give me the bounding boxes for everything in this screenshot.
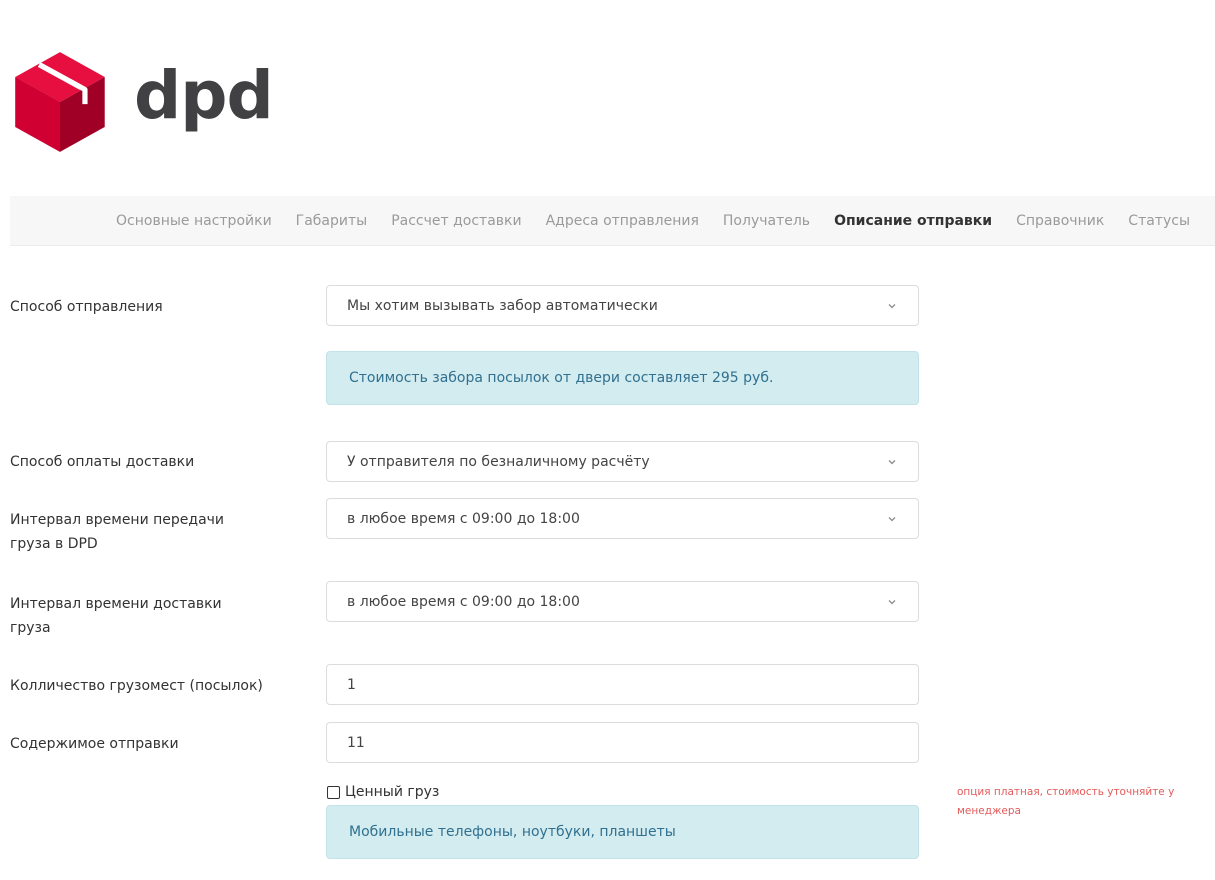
tab-sender-addresses[interactable]: Адреса отправления bbox=[546, 213, 699, 229]
tab-shipment-description[interactable]: Описание отправки bbox=[834, 213, 992, 229]
tab-recipient[interactable]: Получатель bbox=[723, 213, 810, 229]
tab-dimensions[interactable]: Габариты bbox=[296, 213, 368, 229]
valuable-cargo-row: Ценный груз bbox=[327, 784, 439, 800]
chevron-down-icon bbox=[888, 599, 896, 604]
valuable-cargo-note: опция платная, стоимость уточняйте у мен… bbox=[957, 786, 1175, 817]
delivery-interval-select[interactable]: в любое время с 09:00 до 18:00 bbox=[326, 581, 919, 622]
dpd-logo: dpd bbox=[8, 50, 274, 154]
settings-tabs: Основные настройки Габариты Рассчет дост… bbox=[10, 196, 1215, 246]
shipping-method-value: Мы хотим вызывать забор автоматически bbox=[347, 297, 658, 314]
pickup-cost-text: Стоимость забора посылок от двери состав… bbox=[349, 370, 774, 386]
contents-info-alert: Мобильные телефоны, ноутбуки, планшеты bbox=[326, 805, 919, 859]
contents-label: Содержимое отправки bbox=[10, 736, 179, 752]
parcel-count-value: 1 bbox=[347, 676, 356, 693]
chevron-down-icon bbox=[888, 516, 896, 521]
chevron-down-icon bbox=[888, 459, 896, 464]
payment-method-value: У отправителя по безналичному расчёту bbox=[347, 453, 650, 470]
handover-interval-select[interactable]: в любое время с 09:00 до 18:00 bbox=[326, 498, 919, 539]
parcel-count-input[interactable]: 1 bbox=[326, 664, 919, 705]
chevron-down-icon bbox=[888, 303, 896, 308]
dpd-cube-icon bbox=[15, 52, 105, 152]
tab-delivery-calculation[interactable]: Рассчет доставки bbox=[391, 213, 521, 229]
payment-method-label: Способ оплаты доставки bbox=[10, 454, 195, 470]
dpd-settings-page: dpd Основные настройки Габариты Рассчет … bbox=[0, 0, 1215, 880]
dpd-logo-text: dpd bbox=[134, 56, 274, 134]
delivery-interval-label: Интервал времени доставки груза bbox=[10, 596, 222, 636]
contents-info-text: Мобильные телефоны, ноутбуки, планшеты bbox=[349, 824, 676, 840]
pickup-cost-alert: Стоимость забора посылок от двери состав… bbox=[326, 351, 919, 405]
delivery-interval-value: в любое время с 09:00 до 18:00 bbox=[347, 593, 580, 610]
tab-directory[interactable]: Справочник bbox=[1016, 213, 1104, 229]
shipping-method-select[interactable]: Мы хотим вызывать забор автоматически bbox=[326, 285, 919, 326]
valuable-cargo-checkbox[interactable] bbox=[327, 785, 340, 799]
payment-method-select[interactable]: У отправителя по безналичному расчёту bbox=[326, 441, 919, 482]
handover-interval-label: Интервал времени передачи груза в DPD bbox=[10, 512, 225, 552]
shipping-method-label: Способ отправления bbox=[10, 299, 163, 315]
tab-basic-settings[interactable]: Основные настройки bbox=[116, 213, 272, 229]
handover-interval-value: в любое время с 09:00 до 18:00 bbox=[347, 510, 580, 527]
contents-input[interactable]: 11 bbox=[326, 722, 919, 763]
contents-value: 11 bbox=[347, 734, 365, 751]
valuable-cargo-label[interactable]: Ценный груз bbox=[345, 784, 439, 800]
parcel-count-label: Колличество грузомест (посылок) bbox=[10, 678, 263, 694]
tab-statuses[interactable]: Статусы bbox=[1128, 213, 1190, 229]
